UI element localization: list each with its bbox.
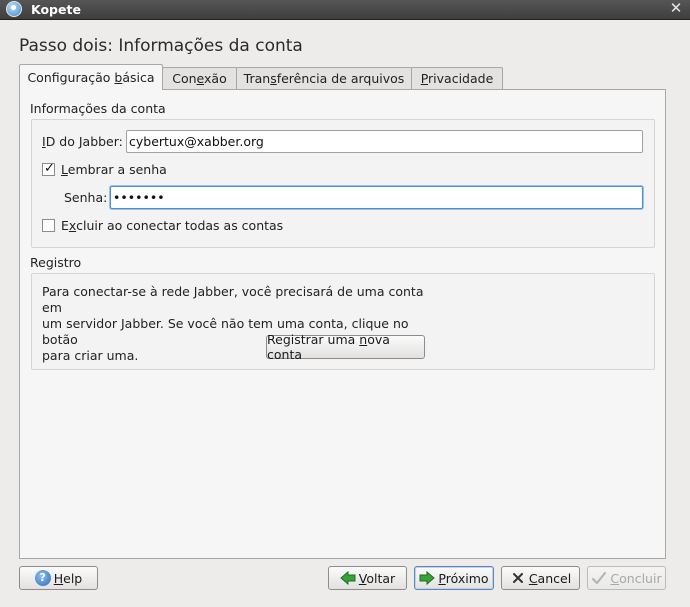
exclude-connect-all-checkbox[interactable] — [42, 219, 55, 232]
button-label: Registrar uma — [267, 332, 360, 347]
tab-mnemonic: P — [420, 71, 429, 86]
label-text: E — [61, 218, 69, 233]
button-label: róximo — [445, 570, 489, 586]
label-text: embrar a senha — [67, 162, 167, 177]
app-icon — [6, 1, 22, 17]
password-label: Senha: — [64, 190, 108, 205]
checkmark-icon — [591, 570, 607, 586]
button-mnemonic: C — [610, 570, 620, 586]
password-input[interactable] — [110, 186, 643, 209]
remember-password-label[interactable]: Lembrar a senha — [61, 162, 167, 177]
register-new-account-button[interactable]: Registrar uma nova conta — [266, 332, 425, 362]
jabber-id-label: ID do Jabber: — [42, 134, 123, 149]
tab-label: Con — [172, 71, 197, 86]
tab-label: Configuração — [27, 70, 115, 85]
checkmark-icon: ✓ — [44, 161, 55, 176]
tab-mnemonic: e — [196, 71, 205, 86]
next-button[interactable]: Próximo — [414, 566, 494, 590]
exclude-connect-all-label[interactable]: Excluir ao conectar todas as contas — [61, 218, 283, 233]
label-text: cluir ao conectar todas as contas — [76, 218, 284, 233]
tab-privacy[interactable]: Privacidade — [411, 67, 503, 89]
tab-basic-config[interactable]: Configuração básica — [19, 64, 163, 90]
label-text: D do Jabber: — [45, 134, 123, 149]
description-line: Para conectar-se à rede Jabber, você pre… — [42, 284, 424, 315]
finish-button[interactable]: Concluir — [587, 566, 666, 590]
cancel-button[interactable]: Cancel — [501, 566, 580, 590]
button-mnemonic: C — [528, 570, 538, 586]
button-label: oltar — [366, 570, 396, 586]
jabber-id-input[interactable] — [126, 130, 643, 153]
tab-label: ásica — [122, 70, 155, 85]
arrow-left-icon — [340, 570, 356, 586]
window-title: Kopete — [31, 2, 81, 17]
button-label: ancel — [537, 570, 572, 586]
button-label: oncluir — [619, 570, 662, 586]
help-icon: ? — [34, 570, 51, 586]
cancel-x-icon — [510, 570, 526, 586]
tab-label: Tran — [243, 71, 271, 86]
registration-title: Registro — [30, 255, 82, 270]
page-title: Passo dois: Informações da conta — [19, 36, 303, 56]
button-mnemonic: P — [438, 570, 446, 586]
remember-password-checkbox[interactable]: ✓ — [42, 161, 55, 176]
close-icon[interactable]: ✕ — [668, 0, 684, 17]
tab-file-transfer[interactable]: Transferência de arquivos — [236, 67, 412, 89]
help-button[interactable]: ? Help — [19, 566, 98, 590]
tab-label: xão — [204, 71, 227, 86]
button-label: elp — [63, 570, 83, 586]
account-info-title: Informações da conta — [30, 101, 166, 116]
tab-label: rivacidade — [428, 71, 494, 86]
title-bar: Kopete ✕ — [0, 0, 690, 20]
back-button[interactable]: Voltar — [328, 566, 407, 590]
label-mnemonic: L — [61, 162, 68, 177]
tab-label: ferência de arquivos — [276, 71, 405, 86]
tab-connection[interactable]: Conexão — [162, 67, 237, 89]
arrow-right-icon — [419, 570, 436, 586]
button-mnemonic: H — [53, 570, 64, 586]
